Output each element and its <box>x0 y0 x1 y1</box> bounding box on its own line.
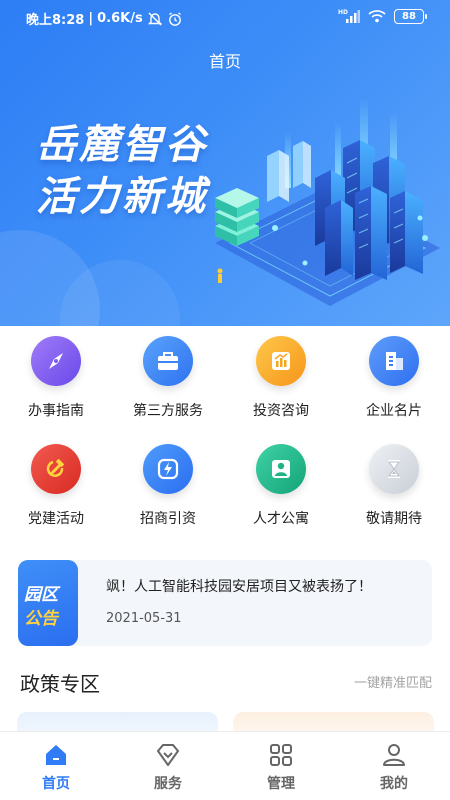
park-notice-card[interactable]: 园区 公告 飒！人工智能科技园安居项目又被表扬了！ 2021-05-31 <box>18 560 432 646</box>
service-party-activity[interactable]: 党建活动 <box>0 444 112 534</box>
one-click-match-link[interactable]: 一键精准匹配 <box>354 672 432 691</box>
person-figure <box>218 274 222 283</box>
status-bar: 晚上8:28 | 0.6K/s HD 88 <box>0 0 450 34</box>
service-talent-apartment[interactable]: 人才公寓 <box>225 444 337 534</box>
tab-services[interactable]: 服务 <box>112 732 224 800</box>
user-icon <box>383 744 405 766</box>
alarm-clock-icon <box>167 11 183 27</box>
notice-badge: 园区 公告 <box>18 560 78 646</box>
notice-date: 2021-05-31 <box>106 611 182 626</box>
service-third-party[interactable]: 第三方服务 <box>112 336 224 426</box>
status-net-speed: 0.6K/s <box>97 11 143 26</box>
service-label: 敬请期待 <box>366 511 422 527</box>
investment-chart-icon <box>256 336 306 386</box>
hammer-sickle-icon <box>31 444 81 494</box>
diamond-icon <box>157 744 179 766</box>
page-title: 首页 <box>208 52 241 71</box>
signal-icon: HD <box>338 8 360 24</box>
tab-home[interactable]: 首页 <box>0 732 112 800</box>
building-icon <box>369 336 419 386</box>
grid-icon <box>270 744 292 766</box>
service-label: 企业名片 <box>366 403 422 419</box>
service-company-card[interactable]: 企业名片 <box>338 336 450 426</box>
tab-manage[interactable]: 管理 <box>225 732 337 800</box>
hero-banner[interactable]: 晚上8:28 | 0.6K/s HD 88 首页 岳麓智谷 活力新城 <box>0 0 450 326</box>
tab-label: 我的 <box>380 776 408 792</box>
mute-bell-icon <box>147 11 163 27</box>
briefcase-icon <box>143 336 193 386</box>
hourglass-icon <box>369 444 419 494</box>
tab-label: 首页 <box>42 776 70 792</box>
policy-section-title: 政策专区 <box>20 672 100 696</box>
smart-city-illustration <box>215 98 440 306</box>
service-label: 人才公寓 <box>253 511 309 527</box>
service-grid: 办事指南 第三方服务 投资咨询 企业名片 党建活动 招商引资 人才公寓 敬请期待 <box>0 326 450 556</box>
service-investment-consult[interactable]: 投资咨询 <box>225 336 337 426</box>
tab-label: 管理 <box>267 776 295 792</box>
notice-badge-line2: 公告 <box>24 609 58 629</box>
service-label: 招商引资 <box>140 511 196 527</box>
home-icon <box>46 745 66 765</box>
bottom-tab-bar: 首页 服务 管理 我的 <box>0 731 450 800</box>
service-label: 党建活动 <box>28 511 84 527</box>
battery-indicator: 88 <box>394 8 427 24</box>
service-coming-soon[interactable]: 敬请期待 <box>338 444 450 534</box>
tab-mine[interactable]: 我的 <box>338 732 450 800</box>
lightning-icon <box>143 444 193 494</box>
status-time: 晚上8:28 <box>26 13 85 28</box>
compass-icon <box>31 336 81 386</box>
status-separator: | <box>88 11 94 26</box>
notice-badge-line1: 园区 <box>24 585 58 605</box>
tab-label: 服务 <box>154 776 182 792</box>
service-label: 投资咨询 <box>253 403 309 419</box>
home-screen: 晚上8:28 | 0.6K/s HD 88 首页 岳麓智谷 活力新城 办事指南 … <box>0 0 450 800</box>
service-office-guide[interactable]: 办事指南 <box>0 336 112 426</box>
person-icon <box>256 444 306 494</box>
service-investment-attraction[interactable]: 招商引资 <box>112 444 224 534</box>
service-label: 第三方服务 <box>133 403 203 419</box>
wifi-icon <box>368 9 386 23</box>
service-label: 办事指南 <box>28 403 84 419</box>
notice-title[interactable]: 飒！人工智能科技园安居项目又被表扬了！ <box>106 576 372 596</box>
network-type-label: HD <box>338 9 348 16</box>
